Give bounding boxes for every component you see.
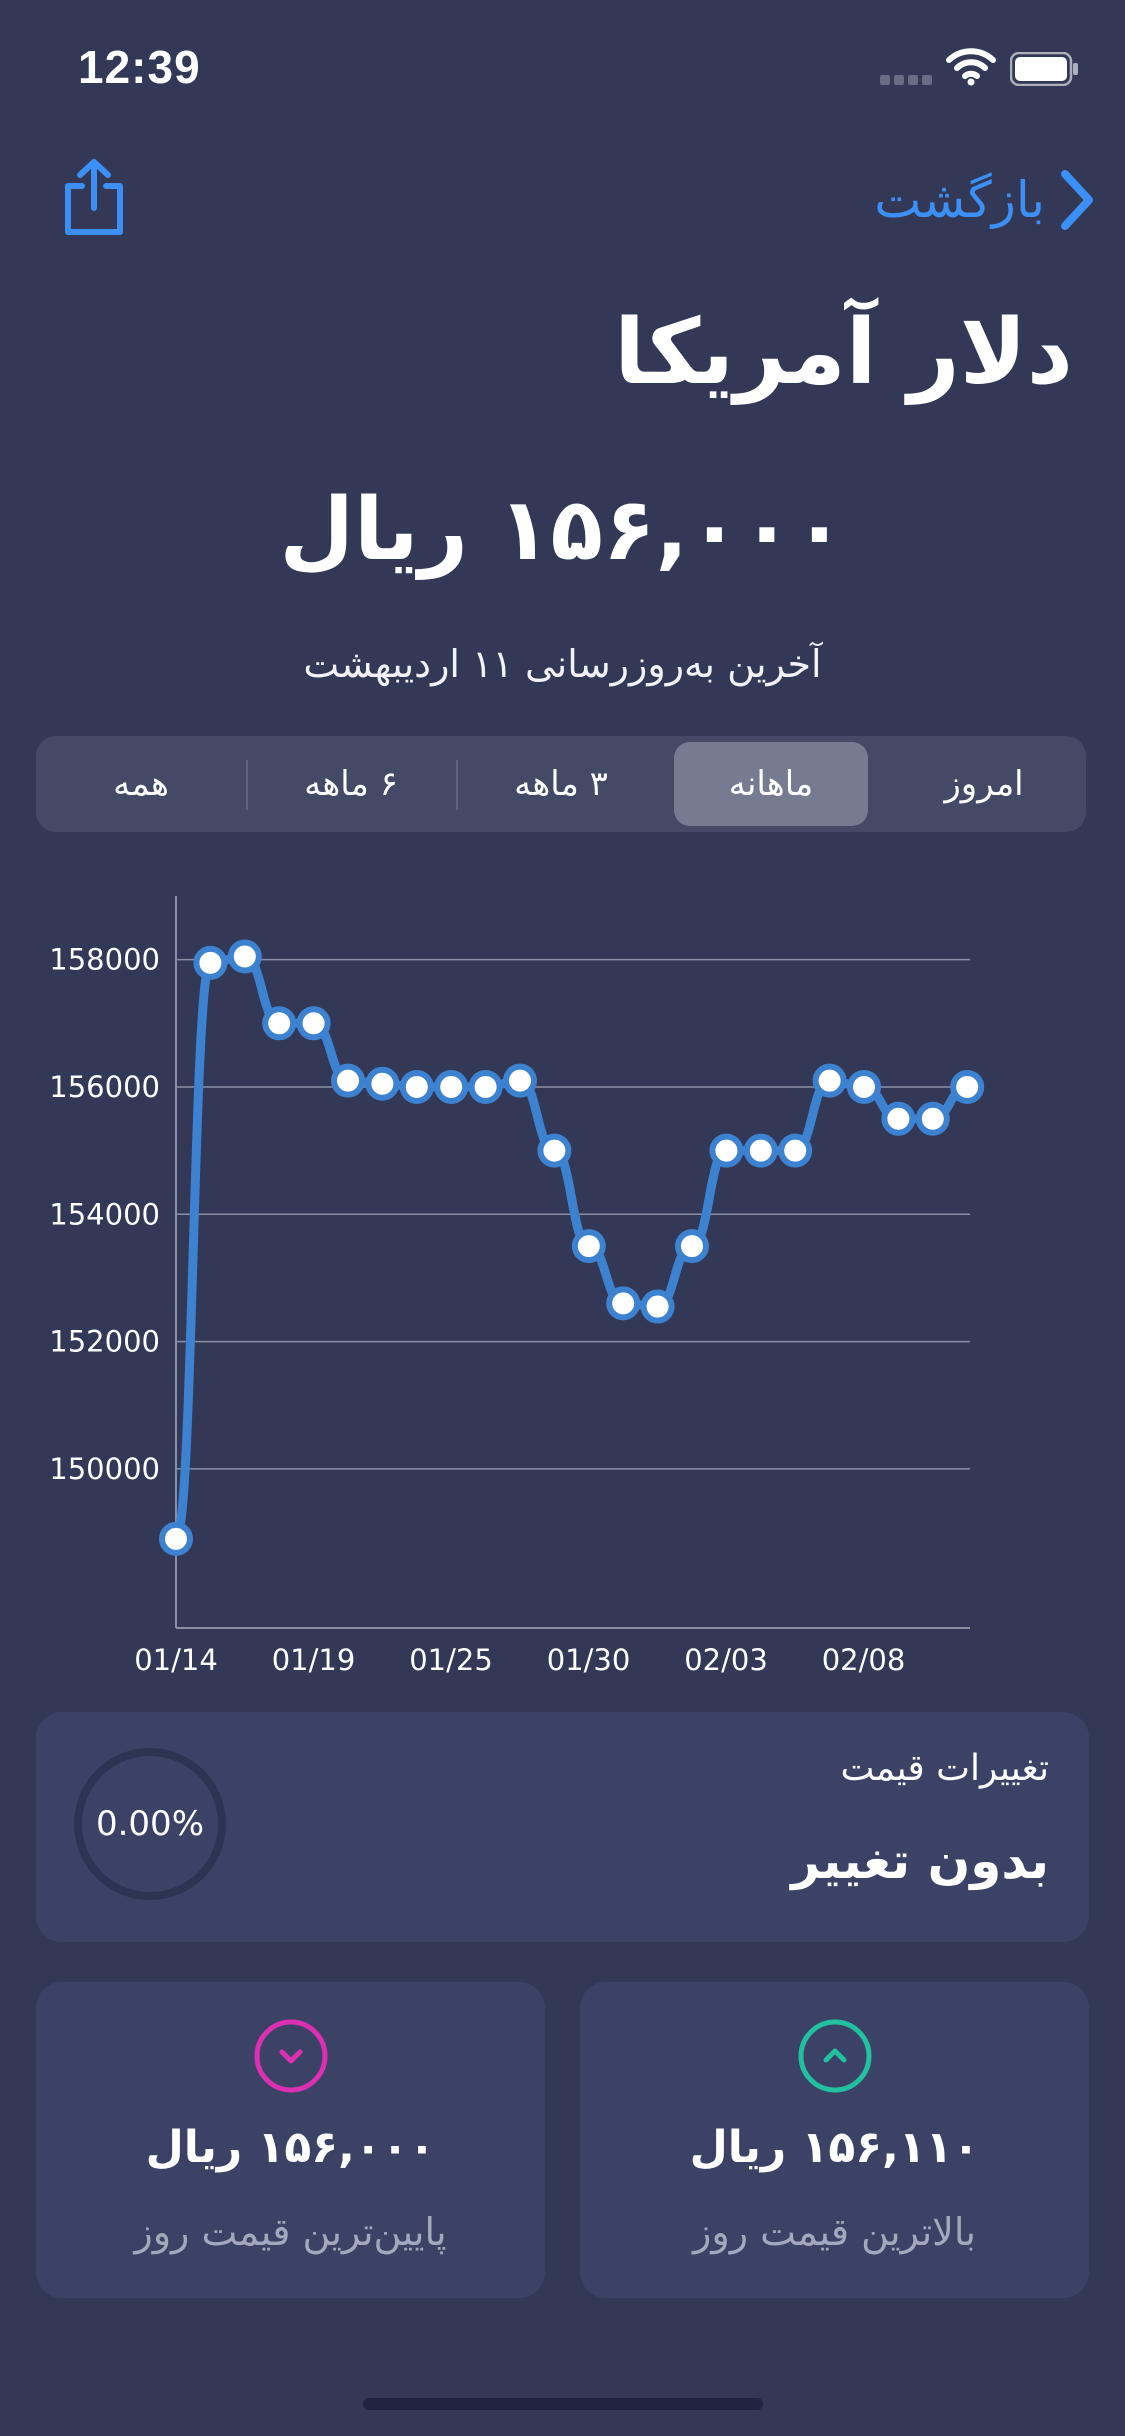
- data-point: [262, 1006, 297, 1041]
- tab-6-months[interactable]: ۶ ماهه: [246, 742, 456, 826]
- price-series-line: [171, 951, 972, 1544]
- price-change-card: تغییرات قیمت بدون تغییر 0.00%: [36, 1712, 1089, 1942]
- share-icon[interactable]: [60, 158, 128, 238]
- data-point: [606, 1286, 641, 1321]
- data-point: [571, 1229, 606, 1264]
- data-point: [227, 939, 262, 974]
- highest-price-value: ۱۵۶,۱۱۰ ریال: [689, 2122, 980, 2173]
- data-point: [915, 1101, 950, 1136]
- x-tick-label: 02/08: [822, 1643, 906, 1677]
- highest-price-label: بالاترین قیمت روز: [693, 2210, 976, 2254]
- y-tick-label: 152000: [49, 1325, 160, 1359]
- data-point: [812, 1063, 847, 1098]
- chevron-down-circle-icon: [254, 2019, 327, 2093]
- data-point: [778, 1133, 813, 1168]
- current-price: ۱۵۶,۰۰۰ ریال: [279, 480, 846, 580]
- segment-divider: [456, 760, 458, 810]
- highest-price-card: ۱۵۶,۱۱۰ ریال بالاترین قیمت روز: [580, 1982, 1089, 2298]
- data-point: [743, 1133, 778, 1168]
- tab-today[interactable]: امروز: [882, 742, 1086, 826]
- x-tick-label: 02/03: [684, 1643, 768, 1677]
- page-title: دلار آمریکا: [614, 300, 1073, 405]
- data-point: [365, 1066, 400, 1101]
- data-point: [503, 1063, 537, 1098]
- change-card-title: تغییرات قیمت: [840, 1748, 1049, 1789]
- change-status: بدون تغییر: [791, 1832, 1049, 1890]
- y-tick-label: 158000: [49, 943, 160, 977]
- data-point: [296, 1006, 331, 1041]
- lowest-price-value: ۱۵۶,۰۰۰ ریال: [145, 2122, 436, 2173]
- y-tick-label: 154000: [49, 1197, 160, 1231]
- tab-monthly[interactable]: ماهانه: [674, 742, 868, 826]
- wifi-icon: [946, 48, 996, 86]
- period-segmented-control: امروز ماهانه ۳ ماهه ۶ ماهه همه: [36, 736, 1086, 832]
- data-point: [434, 1069, 469, 1104]
- price-line-chart: 150000 152000 154000 156000 158000 01/14 01/1…: [49, 896, 985, 1677]
- data-point: [950, 1069, 985, 1104]
- tab-all[interactable]: همه: [36, 742, 246, 826]
- data-point: [399, 1069, 434, 1104]
- data-point: [640, 1289, 675, 1324]
- lowest-price-card: ۱۵۶,۰۰۰ ریال پایین‌ترین قیمت روز: [36, 1982, 545, 2298]
- tab-3-months[interactable]: ۳ ماهه: [456, 742, 666, 826]
- data-point: [675, 1229, 709, 1264]
- data-point: [468, 1069, 503, 1104]
- status-time: 12:39: [78, 41, 201, 93]
- data-point: [159, 1521, 193, 1556]
- x-tick-label: 01/30: [547, 1643, 631, 1677]
- y-tick-label: 150000: [49, 1452, 160, 1486]
- lowest-price-label: پایین‌ترین قیمت روز: [134, 2210, 447, 2254]
- chevron-right-icon: [1061, 170, 1093, 230]
- segment-divider: [246, 760, 248, 810]
- x-tick-label: 01/19: [272, 1643, 356, 1677]
- home-indicator: [363, 2398, 763, 2410]
- change-percent-ring: 0.00%: [74, 1748, 226, 1900]
- battery-icon: [1010, 52, 1078, 86]
- chevron-up-circle-icon: [798, 2019, 871, 2093]
- y-tick-label: 156000: [49, 1070, 160, 1104]
- data-point: [193, 945, 228, 980]
- cellular-signal-icon: [880, 70, 936, 85]
- data-point: [537, 1133, 572, 1168]
- x-tick-label: 01/14: [134, 1643, 218, 1677]
- last-updated: آخرین به‌روزرسانی ۱۱ اردیبهشت: [303, 642, 822, 686]
- data-point: [881, 1101, 916, 1136]
- back-label: بازگشت: [874, 171, 1045, 229]
- data-point: [709, 1133, 744, 1168]
- data-point: [847, 1069, 881, 1104]
- back-button[interactable]: بازگشت: [874, 160, 1095, 240]
- change-percent: 0.00%: [95, 1804, 204, 1844]
- data-point: [331, 1063, 365, 1098]
- x-tick-label: 01/25: [409, 1643, 493, 1677]
